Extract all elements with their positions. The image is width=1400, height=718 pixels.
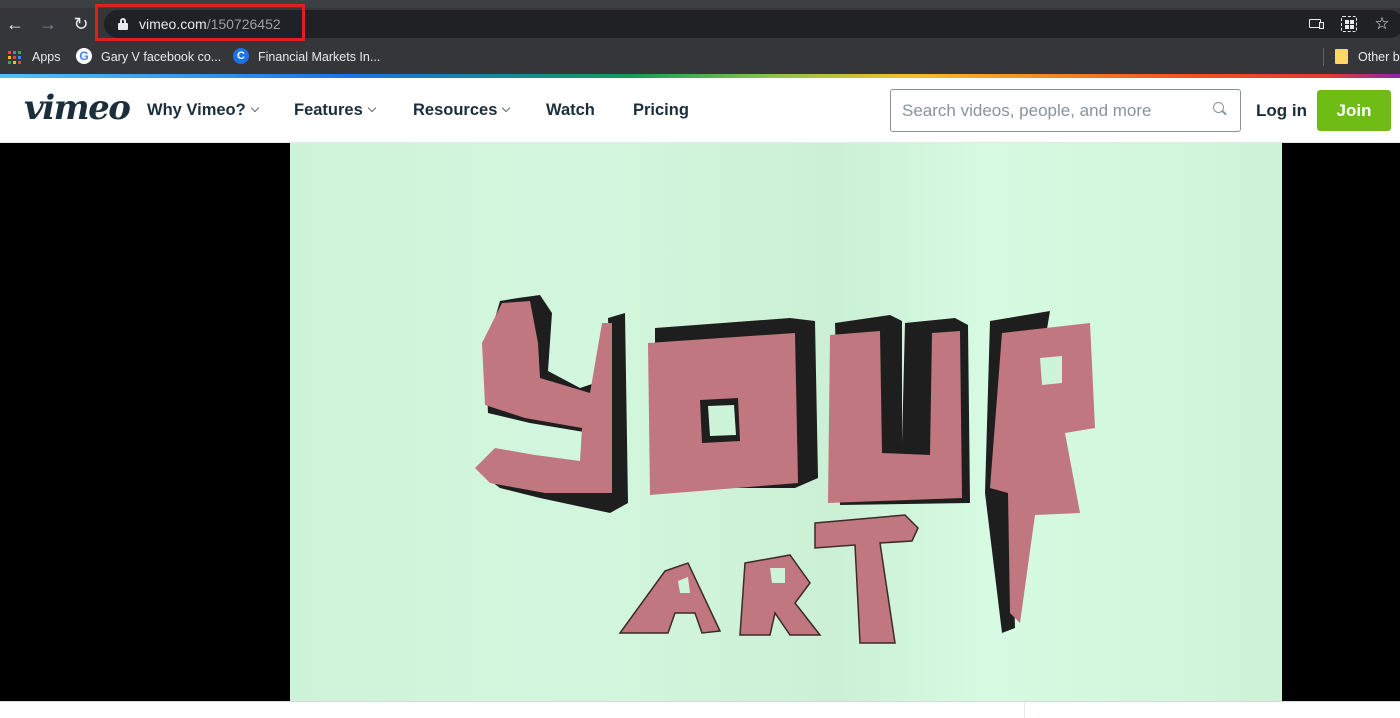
letter-o [648,318,818,495]
folder-icon [1335,49,1348,64]
nav-label: Features [294,101,363,119]
other-bookmarks-label: Other b [1358,50,1400,64]
url-domain: vimeo.com [139,16,207,32]
nav-features[interactable]: Features [294,101,377,120]
letter-u [828,315,970,505]
back-button[interactable]: ← [4,14,26,36]
nav-label: Why Vimeo? [147,101,246,119]
nav-resources[interactable]: Resources [413,101,511,120]
forward-button[interactable]: → [37,14,59,36]
bookmark-apps[interactable]: Apps [8,48,68,66]
apps-grid-icon [8,51,22,65]
bookmark-label: Gary V facebook co... [101,50,222,64]
browser-toolbar: ← → ↻ vimeo.com/150726452 ☆ [0,8,1400,40]
vimeo-logo[interactable]: vimeo [24,88,131,128]
video-player[interactable] [0,143,1400,701]
cast-icon[interactable] [1308,15,1326,33]
letter-r-small [739,554,822,636]
nav-pricing[interactable]: Pricing [633,101,689,120]
tab-strip [0,0,1400,8]
other-bookmarks[interactable]: Other b [1335,48,1400,66]
browser-chrome: ← → ↻ vimeo.com/150726452 ☆ Apps G Gary … [0,0,1400,78]
search-box [890,89,1241,132]
chevron-down-icon [367,103,377,113]
video-frame[interactable] [290,143,1282,701]
login-link[interactable]: Log in [1256,101,1307,121]
search-icon[interactable] [1213,102,1227,116]
bookmark-label: Financial Markets In... [258,50,381,64]
search-input[interactable] [902,100,1202,122]
nav-watch[interactable]: Watch [546,101,595,120]
lock-icon [118,18,128,30]
bookmark-star-icon[interactable]: ☆ [1373,15,1391,33]
chevron-down-icon [502,103,511,113]
bookmark-financial-markets[interactable]: C Financial Markets In... [233,48,383,66]
reload-button[interactable]: ↻ [70,14,92,36]
address-bar[interactable]: vimeo.com/150726452 [104,10,1400,38]
nav-why-vimeo[interactable]: Why Vimeo? [147,101,259,120]
letter-a [618,562,722,634]
coursera-icon: C [233,48,249,64]
bookmarks-bar: Apps G Gary V facebook co... C Financial… [0,40,1400,74]
bookmark-label: Apps [32,50,61,64]
join-button[interactable]: Join [1317,90,1391,131]
letter-y [475,295,628,513]
column-divider [1024,702,1025,718]
qr-code-icon[interactable] [1340,15,1358,33]
your-art-illustration [475,295,1095,644]
url-path: /150726452 [206,16,281,32]
url-text[interactable]: vimeo.com/150726452 [139,16,281,32]
bookmarks-divider [1323,48,1324,66]
site-header: vimeo Why Vimeo? Features Resources Watc… [0,78,1400,143]
nav-label: Resources [413,101,498,119]
chevron-down-icon [250,103,259,113]
google-icon: G [76,48,92,64]
letter-t [814,514,919,644]
letter-r [985,311,1095,633]
bookmark-gary-v[interactable]: G Gary V facebook co... [76,48,226,66]
content-below-player [0,701,1400,718]
